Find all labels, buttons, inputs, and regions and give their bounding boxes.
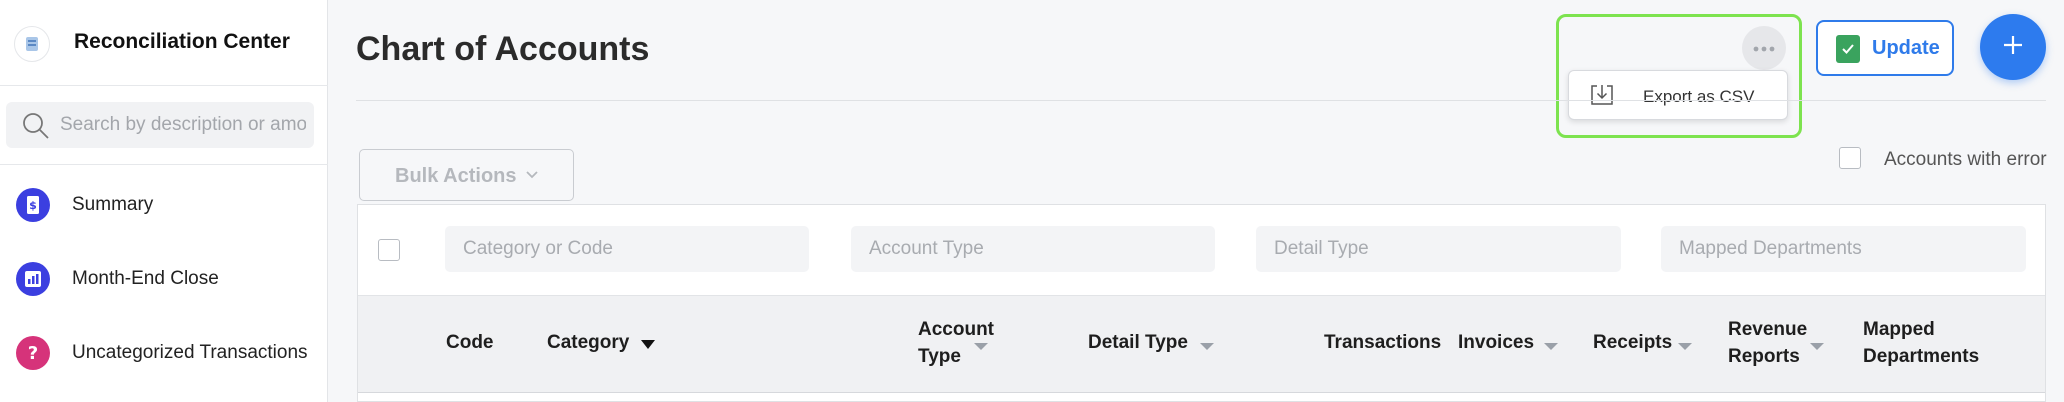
search-icon xyxy=(22,112,50,145)
column-header-detail-type[interactable]: Detail Type xyxy=(1088,329,1188,356)
update-button[interactable]: Update xyxy=(1816,20,1954,76)
update-button-label: Update xyxy=(1872,37,1940,59)
svg-text:$: $ xyxy=(29,199,37,212)
search-input[interactable] xyxy=(60,102,306,148)
table-header: Code Category Account Type Detail Type T… xyxy=(358,295,2045,393)
app-logo-icon xyxy=(14,26,50,62)
app-window: Reconciliation Center $ Summary xyxy=(0,0,2064,402)
mapped-departments-filter-input[interactable] xyxy=(1661,226,2026,272)
sidebar-item-label: Month-End Close xyxy=(72,268,219,289)
bulk-actions-button[interactable]: Bulk Actions xyxy=(359,149,574,201)
column-header-mapped-departments[interactable]: Mapped Departments xyxy=(1863,316,1979,370)
more-horizontal-icon xyxy=(1753,39,1775,57)
add-account-button[interactable] xyxy=(1980,14,2046,80)
detail-type-filter-input[interactable] xyxy=(1256,226,1621,272)
accounts-with-error-label: Accounts with error xyxy=(1884,149,2047,170)
search-box xyxy=(6,102,314,148)
bar-chart-icon xyxy=(16,262,50,296)
dollar-receipt-icon: $ xyxy=(16,188,50,222)
sidebar-item-label: Summary xyxy=(72,194,154,215)
sort-caret-icon[interactable] xyxy=(974,343,988,350)
more-options-menu: Export as CSV xyxy=(1568,70,1788,120)
header-divider xyxy=(356,100,2046,101)
menu-item-label: Export as CSV xyxy=(1643,87,1755,106)
accounts-with-error-checkbox[interactable] xyxy=(1839,147,1861,169)
download-icon xyxy=(1589,83,1615,112)
column-header-invoices[interactable]: Invoices xyxy=(1458,329,1534,356)
category-filter-input[interactable] xyxy=(445,226,809,272)
sidebar-item-summary[interactable]: $ Summary xyxy=(0,177,328,233)
account-type-filter-input[interactable] xyxy=(851,226,1215,272)
column-header-code[interactable]: Code xyxy=(446,329,494,356)
chevron-down-icon xyxy=(525,167,539,185)
sidebar: Reconciliation Center $ Summary xyxy=(0,0,328,402)
plus-icon xyxy=(2001,33,2025,62)
sort-caret-icon[interactable] xyxy=(1678,343,1692,350)
more-options-button[interactable] xyxy=(1742,26,1786,70)
sidebar-title: Reconciliation Center xyxy=(74,30,290,53)
question-mark-icon: ? xyxy=(16,336,50,370)
column-header-revenue-reports[interactable]: Revenue Reports xyxy=(1728,316,1807,370)
sidebar-item-month-end-close[interactable]: Month-End Close xyxy=(0,251,328,307)
column-header-receipts[interactable]: Receipts xyxy=(1593,329,1672,356)
page-title: Chart of Accounts xyxy=(356,30,650,68)
svg-text:?: ? xyxy=(28,343,38,363)
select-all-checkbox[interactable] xyxy=(378,239,400,261)
accounts-table: Code Category Account Type Detail Type T… xyxy=(357,204,2046,402)
column-header-category[interactable]: Category xyxy=(547,329,629,356)
sidebar-item-label: Uncategorized Transactions xyxy=(72,342,308,363)
checklist-icon xyxy=(1836,35,1860,63)
bulk-actions-label: Bulk Actions xyxy=(395,165,517,187)
sort-caret-icon[interactable] xyxy=(1200,343,1214,350)
sort-caret-icon[interactable] xyxy=(1810,343,1824,350)
sidebar-divider xyxy=(0,164,328,165)
sort-caret-icon[interactable] xyxy=(1544,343,1558,350)
column-header-transactions[interactable]: Transactions xyxy=(1324,329,1441,356)
sort-desc-icon[interactable] xyxy=(641,340,655,349)
sidebar-brand: Reconciliation Center xyxy=(0,0,328,86)
sidebar-item-uncategorized-transactions[interactable]: ? Uncategorized Transactions xyxy=(0,325,328,381)
menu-item-export-csv[interactable]: Export as CSV xyxy=(1569,71,1787,119)
